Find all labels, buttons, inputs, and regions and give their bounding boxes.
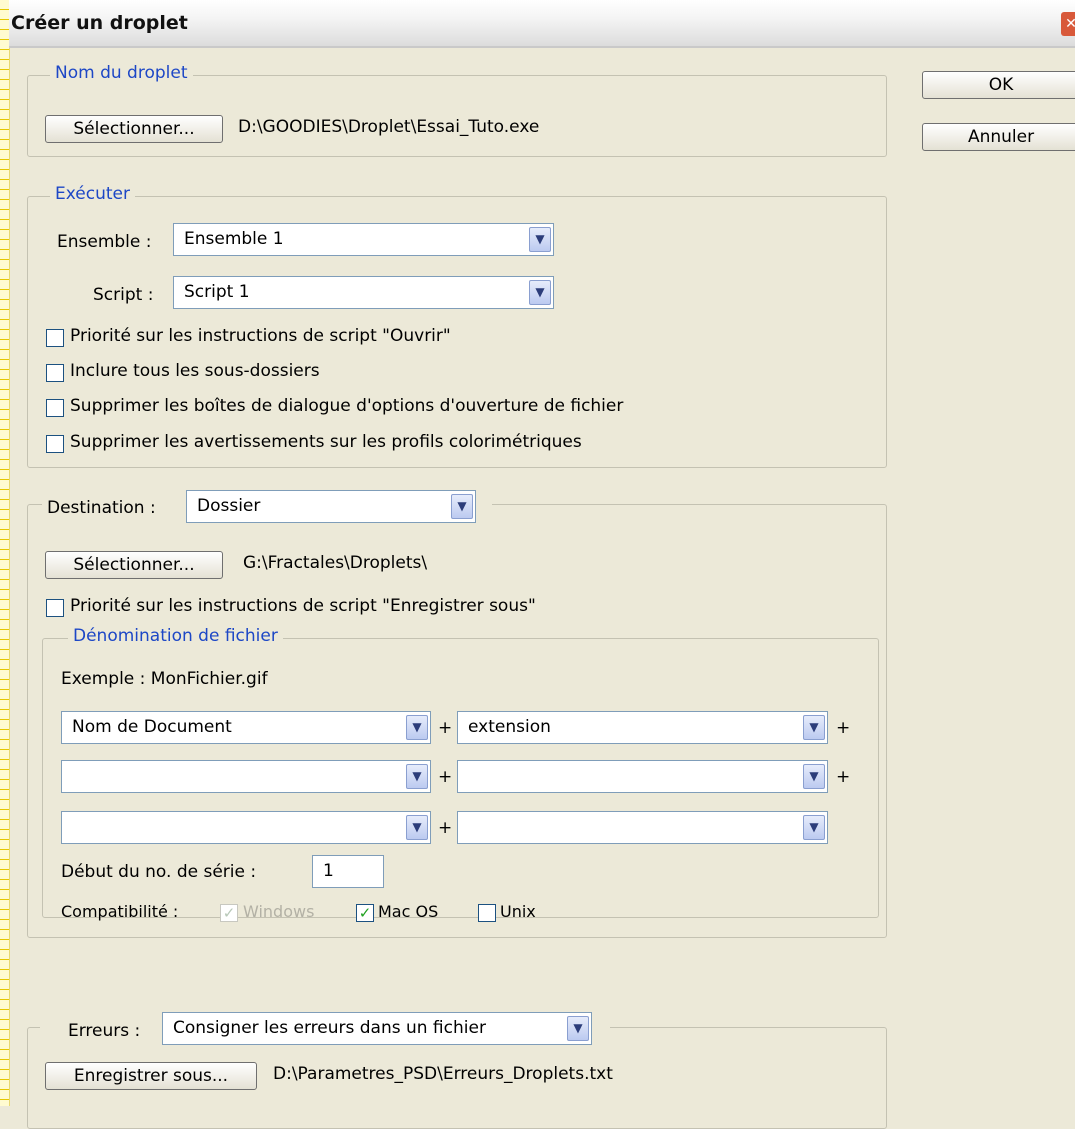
errors-value: Consigner les erreurs dans un fichier [173,1018,486,1038]
errors-dropdown[interactable]: Consigner les erreurs dans un fichier ▼ [162,1012,592,1045]
set-value: Ensemble 1 [184,229,284,249]
naming-example: Exemple : MonFichier.gif [61,669,268,689]
set-label: Ensemble : [57,232,152,252]
window-title: Créer un droplet [11,12,188,34]
destination-dropdown[interactable]: Dossier ▼ [186,490,476,523]
naming-row1-right-value: extension [468,717,551,737]
suppress-open-dialogs-label: Supprimer les boîtes de dialogue d'optio… [70,396,624,416]
naming-row2-right-dropdown[interactable]: ▼ [457,760,828,793]
naming-row1-left-dropdown[interactable]: Nom de Document ▼ [61,711,431,744]
plus-sign: + [438,818,453,838]
serial-input[interactable]: 1 [312,855,384,888]
chevron-down-icon[interactable]: ▼ [529,280,551,305]
override-save-as-label: Priorité sur les instructions de script … [70,596,536,616]
override-open-checkbox[interactable] [46,329,64,347]
destination-path: G:\Fractales\Droplets\ [243,553,428,573]
naming-row1-right-dropdown[interactable]: extension ▼ [457,711,828,744]
serial-label: Début du no. de série : [61,862,257,882]
ok-button[interactable]: OK [922,71,1075,99]
file-naming-legend: Dénomination de fichier [68,626,283,646]
destination-value: Dossier [197,496,261,516]
chevron-down-icon[interactable]: ▼ [529,227,551,252]
errors-label: Erreurs : [68,1021,141,1041]
chevron-down-icon[interactable]: ▼ [803,815,825,840]
compat-windows-checkbox: ✓ [220,904,238,922]
override-save-as-checkbox[interactable] [46,599,64,617]
chevron-down-icon[interactable]: ▼ [803,764,825,789]
destination-label: Destination : [47,498,156,518]
chevron-down-icon[interactable]: ▼ [567,1016,589,1041]
plus-sign: + [438,767,453,787]
plus-sign: + [438,718,453,738]
include-subfolders-checkbox[interactable] [46,364,64,382]
chevron-down-icon[interactable]: ▼ [406,764,428,789]
script-value: Script 1 [184,282,250,302]
compat-windows-label: Windows [243,902,315,921]
suppress-open-dialogs-checkbox[interactable] [46,399,64,417]
chevron-down-icon[interactable]: ▼ [451,494,473,519]
droplet-name-legend: Nom du droplet [50,63,193,83]
naming-row3-left-dropdown[interactable]: ▼ [61,811,431,844]
compat-mac-label: Mac OS [378,902,439,921]
suppress-color-warnings-checkbox[interactable] [46,435,64,453]
naming-row3-right-dropdown[interactable]: ▼ [457,811,828,844]
execute-legend: Exécuter [50,184,135,204]
override-open-label: Priorité sur les instructions de script … [70,326,451,346]
script-label: Script : [93,285,154,305]
naming-row1-left-value: Nom de Document [72,717,232,737]
errors-log-path: D:\Parametres_PSD\Erreurs_Droplets.txt [273,1064,613,1084]
chevron-down-icon[interactable]: ▼ [406,715,428,740]
title-bar: Créer un droplet ✕ [9,0,1075,48]
include-subfolders-label: Inclure tous les sous-dossiers [70,361,320,381]
suppress-color-warnings-label: Supprimer les avertissements sur les pro… [70,432,582,452]
set-dropdown[interactable]: Ensemble 1 ▼ [173,223,554,256]
cancel-button[interactable]: Annuler [922,123,1075,151]
chevron-down-icon[interactable]: ▼ [803,715,825,740]
plus-sign: + [836,767,851,787]
compat-mac-checkbox[interactable]: ✓ [356,904,374,922]
script-dropdown[interactable]: Script 1 ▼ [173,276,554,309]
select-destination-button[interactable]: Sélectionner... [45,551,223,579]
save-errors-as-button[interactable]: Enregistrer sous... [45,1062,257,1090]
side-ruler [0,0,10,1106]
naming-row2-left-dropdown[interactable]: ▼ [61,760,431,793]
plus-sign: + [836,718,851,738]
close-icon[interactable]: ✕ [1061,12,1075,36]
compat-unix-label: Unix [500,902,536,921]
select-droplet-button[interactable]: Sélectionner... [45,115,223,143]
compat-unix-checkbox[interactable] [478,904,496,922]
droplet-path: D:\GOODIES\Droplet\Essai_Tuto.exe [238,117,540,137]
serial-value: 1 [323,861,334,881]
chevron-down-icon[interactable]: ▼ [406,815,428,840]
compat-label: Compatibilité : [61,902,179,921]
